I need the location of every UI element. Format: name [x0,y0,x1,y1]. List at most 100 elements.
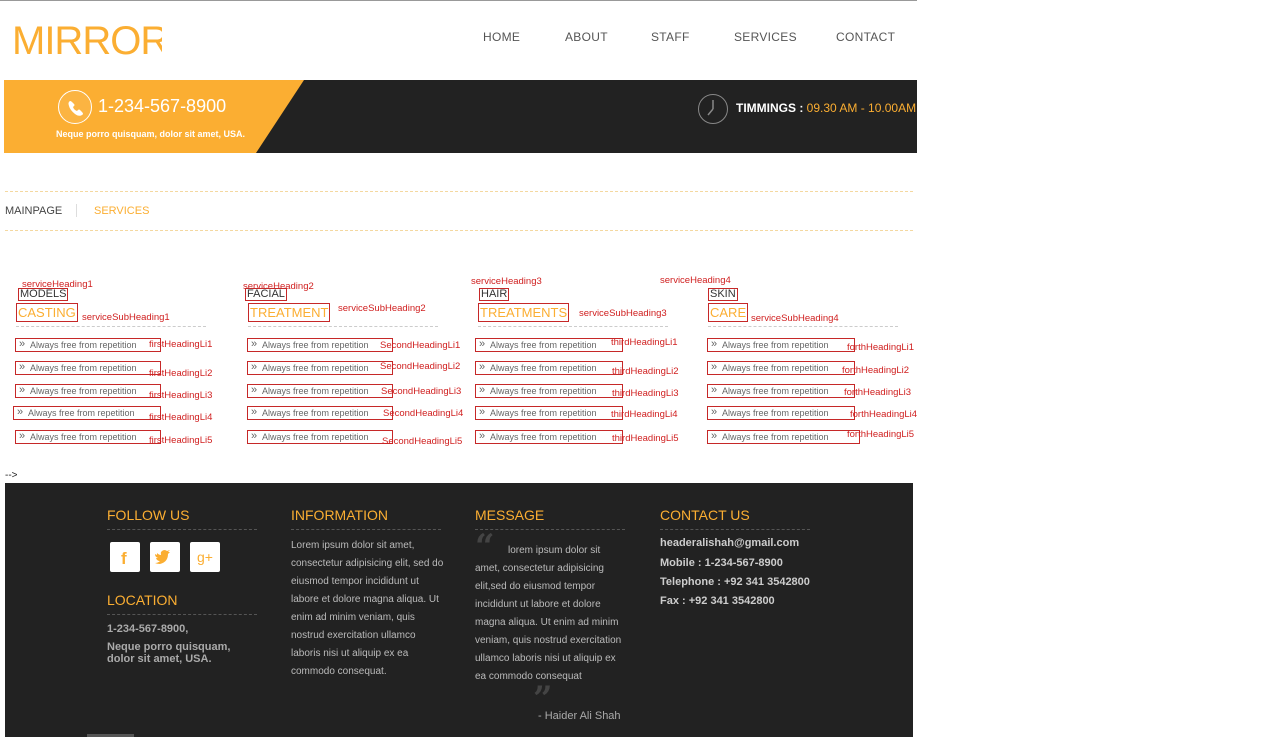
divider [475,529,625,530]
service-item: Always free from repetition [707,406,855,420]
svg-text:g+: g+ [197,549,213,565]
location-address: Neque porro quisquam, dolor sit amet, US… [107,641,231,665]
service-heading: MODELS [18,288,69,301]
service-item: Always free from repetition [247,361,393,375]
debug-tag: serviceSubHeading1 [82,312,170,323]
debug-tag: thirdHeadingLi4 [611,409,678,420]
debug-tag: thirdHeadingLi5 [612,433,679,444]
service-item: Always free from repetition [475,406,623,420]
message-author: - Haider Ali Shah [538,710,621,722]
top-border [0,0,917,1]
service-subheading: TREATMENT [248,303,331,322]
debug-tag: thirdHeadingLi3 [612,388,679,399]
nav-services[interactable]: SERVICES [734,30,797,44]
service-item: Always free from repetition [475,338,623,352]
service-item: Always free from repetition [13,406,161,420]
debug-tag: serviceHeading4 [660,275,731,286]
debug-tag: SecondHeadingLi4 [383,408,464,419]
service-item: Always free from repetition [247,338,393,352]
information-title: INFORMATION [291,507,388,523]
message-text: lorem ipsum dolor sit amet, consectetur … [475,545,622,682]
service-item: Always free from repetition [15,384,161,398]
svg-text:f: f [121,549,127,568]
contact-title: CONTACT US [660,507,750,523]
message-title: MESSAGE [475,507,545,523]
nav-staff[interactable]: STAFF [651,30,690,44]
service-heading: FACIAL [245,288,287,301]
google-plus-icon[interactable]: g+ [190,542,220,572]
debug-tag: SecondHeadingLi3 [381,386,462,397]
information-text: Lorem ipsum dolor sit amet, consectetur … [291,540,444,677]
debug-tag: forthHeadingLi2 [842,365,910,376]
contact-telephone: Telephone : +92 341 3542800 [660,576,810,588]
debug-tag: firstHeadingLi3 [149,390,213,401]
service-subheading: TREATMENTS [478,303,570,322]
debug-tag: firstHeadingLi5 [149,435,213,446]
location-title: LOCATION [107,592,178,608]
twitter-icon[interactable] [150,542,180,572]
service-item: Always free from repetition [707,384,855,398]
debug-tag: SecondHeadingLi1 [380,340,461,351]
debug-tag: forthHeadingLi4 [850,409,918,420]
timings-label: TIMMINGS : [736,101,804,115]
column-divider [478,326,668,327]
debug-tag: thirdHeadingLi1 [611,337,678,348]
banner-address: Neque porro quisquam, dolor sit amet, US… [56,129,246,139]
debug-tag: forthHeadingLi1 [847,342,915,353]
service-item: Always free from repetition [475,361,623,375]
service-item: Always free from repetition [247,430,393,444]
nav-home[interactable]: HOME [483,30,520,44]
contact-fax: Fax : +92 341 3542800 [660,595,775,607]
service-item: Always free from repetition [707,338,855,352]
service-subheading: CASTING [16,303,78,322]
phone-icon [58,90,92,124]
service-item: Always free from repetition [15,361,161,375]
debug-tag: forthHeadingLi3 [844,387,912,398]
debug-tag: serviceHeading3 [471,276,542,287]
service-item: Always free from repetition [475,384,623,398]
debug-tag: serviceSubHeading4 [751,313,839,324]
timings: TIMMINGS : 09.30 AM - 10.00AM [736,101,916,115]
banner-phone: 1-234-567-8900 [98,96,227,116]
service-item: Always free from repetition [707,361,855,375]
footer: FOLLOW US f g+ LOCATION 1-234-567-8900, … [5,483,913,737]
clock-icon [698,94,728,124]
column-divider [16,326,206,327]
service-heading: SKIN [708,288,738,301]
service-item: Always free from repetition [247,406,393,420]
debug-tag: SecondHeadingLi2 [380,361,461,372]
divider [291,529,441,530]
follow-title: FOLLOW US [107,507,190,523]
breadcrumb-services: SERVICES [94,205,150,217]
service-item: Always free from repetition [15,430,161,444]
nav-about[interactable]: ABOUT [565,30,608,44]
service-item: Always free from repetition [15,338,161,352]
divider [5,230,913,231]
debug-tag: firstHeadingLi2 [149,368,213,379]
service-item: Always free from repetition [475,430,623,444]
breadcrumb-mainpage[interactable]: MAINPAGE [5,205,62,217]
service-heading: HAIR [479,288,510,301]
service-subheading: CARE [708,303,749,322]
debug-tag: forthHeadingLi5 [847,429,915,440]
location-phone: 1-234-567-8900, [107,623,189,635]
contact-email[interactable]: headeralishah@gmail.com [660,534,799,554]
stray-text: --> [5,470,18,481]
nav-contact[interactable]: CONTACT [836,30,895,44]
service-item: Always free from repetition [707,430,860,444]
column-divider [708,326,898,327]
debug-tag: thirdHeadingLi2 [612,366,679,377]
debug-tag: serviceSubHeading3 [579,308,667,319]
divider [107,529,257,530]
breadcrumb-separator [76,204,77,217]
divider [660,529,810,530]
info-banner: 1-234-567-8900 Neque porro quisquam, dol… [4,80,917,153]
debug-tag: firstHeadingLi4 [149,412,213,423]
contact-mobile: Mobile : 1-234-567-8900 [660,557,783,569]
debug-tag: serviceSubHeading2 [338,303,426,314]
timings-value: 09.30 AM - 10.00AM [806,101,917,115]
debug-tag: SecondHeadingLi5 [382,436,463,447]
mirror-logo[interactable]: MIRROR [12,14,162,62]
logo-text: MIRROR [12,19,162,62]
facebook-icon[interactable]: f [110,542,140,572]
